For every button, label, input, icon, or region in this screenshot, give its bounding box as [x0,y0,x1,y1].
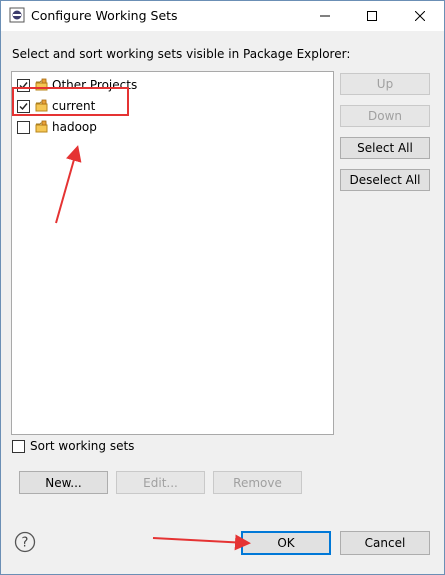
working-sets-list[interactable]: Other Projects current hadoop [11,71,334,435]
remove-button[interactable]: Remove [213,471,302,494]
list-item[interactable]: hadoop [17,117,97,137]
up-button[interactable]: Up [340,73,430,95]
cancel-button[interactable]: Cancel [340,531,430,555]
minimize-button[interactable] [302,1,348,31]
instruction-text: Select and sort working sets visible in … [12,47,351,61]
sort-working-sets-option[interactable]: Sort working sets [12,439,134,453]
list-item-label: hadoop [52,120,97,134]
title-bar[interactable]: Configure Working Sets [1,1,444,31]
sort-checkbox-label: Sort working sets [30,439,135,453]
maximize-icon [367,11,377,21]
ok-button[interactable]: OK [241,531,331,555]
maximize-button[interactable] [349,1,395,31]
help-icon[interactable]: ? [14,531,36,553]
edit-button[interactable]: Edit... [116,471,205,494]
close-button[interactable] [397,1,443,31]
dialog-window: Configure Working Sets Select and sort w… [0,0,445,575]
new-button[interactable]: New... [19,471,108,494]
down-button[interactable]: Down [340,105,430,127]
close-icon [415,11,425,21]
annotation-highlight-box [12,87,129,116]
sort-checkbox[interactable] [12,439,25,453]
deselect-all-button[interactable]: Deselect All [340,169,430,191]
svg-text:?: ? [22,536,29,551]
select-all-button[interactable]: Select All [340,137,430,159]
working-set-icon [35,120,48,133]
window-title: Configure Working Sets [31,8,178,23]
checkbox[interactable] [17,120,30,134]
minimize-icon [320,15,330,17]
eclipse-icon [9,7,25,23]
